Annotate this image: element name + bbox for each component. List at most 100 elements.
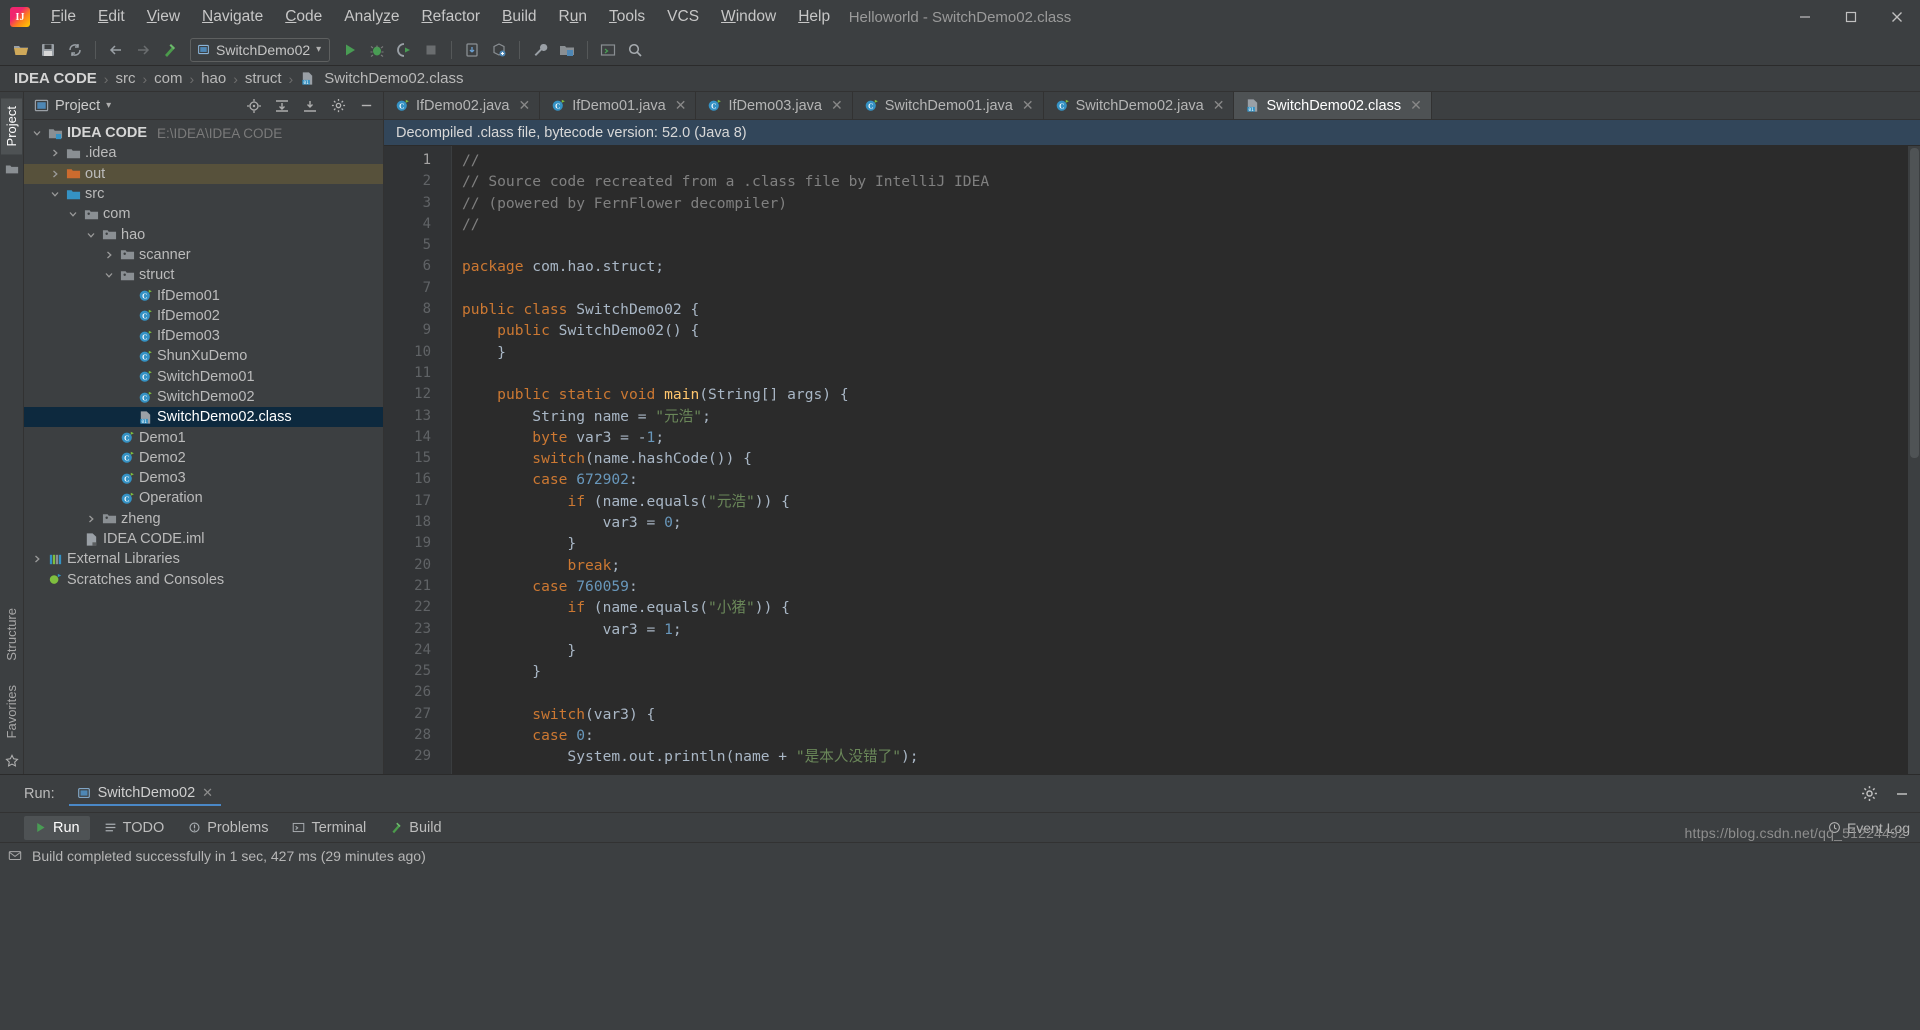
- bottom-tab-problems[interactable]: Problems: [178, 816, 278, 840]
- expand-all-icon[interactable]: [273, 97, 291, 115]
- breadcrumb-item-0[interactable]: IDEA CODE: [14, 70, 97, 87]
- editor-scrollbar[interactable]: [1908, 146, 1920, 774]
- code-editor[interactable]: 1 2 3 4 5 6 7 8 9 10 11 12 13 14 15 16 17 18 19 20 21 22 23 24 2…: [384, 146, 1920, 774]
- menu-item-vcs[interactable]: VCS: [656, 4, 710, 30]
- forward-arrow-icon[interactable]: [130, 37, 156, 63]
- editor-tab-ifdemo01-java[interactable]: C IfDemo01.java ✕: [540, 92, 697, 119]
- tree-item-external-libraries[interactable]: External Libraries: [24, 549, 383, 569]
- tree-item-ifdemo01[interactable]: C IfDemo01: [24, 285, 383, 305]
- breadcrumb-item-4[interactable]: struct: [245, 70, 282, 87]
- maximize-button[interactable]: [1828, 0, 1874, 34]
- search-everywhere-icon[interactable]: [622, 37, 648, 63]
- menu-item-window[interactable]: Window: [710, 4, 787, 30]
- editor-tab-switchdemo01-java[interactable]: C SwitchDemo01.java ✕: [853, 92, 1044, 119]
- menu-item-tools[interactable]: Tools: [598, 4, 656, 30]
- fold-gutter[interactable]: [440, 146, 452, 774]
- chevron-down-icon[interactable]: [66, 208, 79, 221]
- tree-item-struct[interactable]: struct: [24, 265, 383, 285]
- run-icon[interactable]: [337, 37, 363, 63]
- tree-item-operation[interactable]: C Operation: [24, 488, 383, 508]
- editor-tab-ifdemo03-java[interactable]: C IfDemo03.java ✕: [696, 92, 853, 119]
- tree-item-switchdemo02-class[interactable]: 01 SwitchDemo02.class: [24, 407, 383, 428]
- close-button[interactable]: [1874, 0, 1920, 34]
- menu-item-view[interactable]: View: [136, 4, 191, 30]
- debug-icon[interactable]: [364, 37, 390, 63]
- sync-icon[interactable]: [62, 37, 88, 63]
- editor-tab-switchdemo02-class[interactable]: 01 SwitchDemo02.class ✕: [1234, 92, 1432, 119]
- project-tree[interactable]: IDEA CODE E:\IDEA\IDEA CODE .idea out src com…: [24, 120, 383, 774]
- tree-item-scratches-and-consoles[interactable]: Scratches and Consoles: [24, 570, 383, 590]
- chevron-down-icon[interactable]: [84, 228, 97, 241]
- tree-item-idea-code[interactable]: IDEA CODE E:\IDEA\IDEA CODE: [24, 123, 383, 143]
- close-icon[interactable]: ✕: [831, 97, 843, 114]
- tree-item-zheng[interactable]: zheng: [24, 509, 383, 529]
- breadcrumb-item-1[interactable]: src: [115, 70, 135, 87]
- chevron-right-icon[interactable]: [84, 512, 97, 525]
- chevron-right-icon[interactable]: [30, 553, 43, 566]
- tree-item-demo3[interactable]: C Demo3: [24, 468, 383, 488]
- editor-tab-ifdemo02-java[interactable]: C IfDemo02.java ✕: [384, 92, 541, 119]
- menu-item-run[interactable]: Run: [548, 4, 598, 30]
- menu-item-refactor[interactable]: Refactor: [410, 4, 491, 30]
- tree-item-idea-code-iml[interactable]: IDEA CODE.iml: [24, 529, 383, 549]
- run-with-coverage-icon[interactable]: [391, 37, 417, 63]
- commit-icon[interactable]: [486, 37, 512, 63]
- menu-item-edit[interactable]: Edit: [87, 4, 136, 30]
- terminal-icon[interactable]: [595, 37, 621, 63]
- stop-icon[interactable]: [418, 37, 444, 63]
- close-icon[interactable]: ✕: [675, 97, 687, 114]
- menu-item-code[interactable]: Code: [274, 4, 333, 30]
- tree-item-switchdemo01[interactable]: C SwitchDemo01: [24, 367, 383, 387]
- chevron-down-icon[interactable]: [48, 188, 61, 201]
- scrollbar-thumb[interactable]: [1910, 148, 1919, 458]
- close-icon[interactable]: ✕: [1213, 97, 1225, 114]
- back-arrow-icon[interactable]: [103, 37, 129, 63]
- sidebar-item-structure[interactable]: Structure: [1, 600, 22, 669]
- tree-item-ifdemo02[interactable]: C IfDemo02: [24, 306, 383, 326]
- run-tab-switchdemo02[interactable]: SwitchDemo02 ✕: [68, 782, 222, 806]
- menu-item-navigate[interactable]: Navigate: [191, 4, 274, 30]
- menu-item-analyze[interactable]: Analyze: [333, 4, 410, 30]
- chevron-down-icon[interactable]: [30, 127, 43, 140]
- tree-item-out[interactable]: out: [24, 163, 383, 184]
- sidebar-item-project[interactable]: Project: [1, 98, 22, 155]
- breadcrumb-item-3[interactable]: hao: [201, 70, 226, 87]
- chevron-down-icon[interactable]: ▾: [106, 100, 111, 111]
- bottom-tab-terminal[interactable]: Terminal: [282, 816, 376, 840]
- locate-icon[interactable]: [245, 97, 263, 115]
- editor-tab-switchdemo02-java[interactable]: C SwitchDemo02.java ✕: [1044, 92, 1235, 119]
- chevron-right-icon[interactable]: [102, 248, 115, 261]
- close-icon[interactable]: ✕: [519, 97, 531, 114]
- update-project-icon[interactable]: [459, 37, 485, 63]
- hammer-icon[interactable]: [157, 37, 183, 63]
- star-icon[interactable]: [4, 754, 19, 770]
- tree-item-src[interactable]: src: [24, 184, 383, 204]
- breadcrumb-item-2[interactable]: com: [154, 70, 182, 87]
- bottom-tab-run[interactable]: Run: [24, 815, 90, 840]
- code-content[interactable]: // // Source code recreated from a .class…: [452, 146, 1920, 774]
- message-icon[interactable]: [8, 849, 22, 863]
- chevron-right-icon[interactable]: [48, 167, 61, 180]
- menu-item-help[interactable]: Help: [787, 4, 841, 30]
- tree-item-demo2[interactable]: C Demo2: [24, 448, 383, 468]
- hide-icon[interactable]: [357, 97, 375, 115]
- sidebar-item-favorites[interactable]: Favorites: [1, 677, 22, 746]
- open-folder-icon[interactable]: [8, 37, 34, 63]
- minimize-button[interactable]: [1782, 0, 1828, 34]
- gear-icon[interactable]: [1861, 785, 1878, 802]
- tree-item-ifdemo03[interactable]: C IfDemo03: [24, 326, 383, 346]
- close-icon[interactable]: ✕: [1410, 97, 1422, 114]
- chevron-down-icon[interactable]: [102, 269, 115, 282]
- run-configuration-selector[interactable]: SwitchDemo02 ▾: [190, 37, 331, 62]
- bottom-tab-build[interactable]: Build: [380, 816, 451, 840]
- tree-item--idea[interactable]: .idea: [24, 143, 383, 163]
- tree-item-scanner[interactable]: scanner: [24, 245, 383, 265]
- tree-item-hao[interactable]: hao: [24, 224, 383, 244]
- wrench-icon[interactable]: [527, 37, 553, 63]
- tree-item-switchdemo02[interactable]: C SwitchDemo02: [24, 387, 383, 407]
- menu-item-file[interactable]: File: [40, 4, 87, 30]
- gear-icon[interactable]: [329, 97, 347, 115]
- menu-item-build[interactable]: Build: [491, 4, 547, 30]
- collapse-all-icon[interactable]: [301, 97, 319, 115]
- tree-item-com[interactable]: com: [24, 204, 383, 224]
